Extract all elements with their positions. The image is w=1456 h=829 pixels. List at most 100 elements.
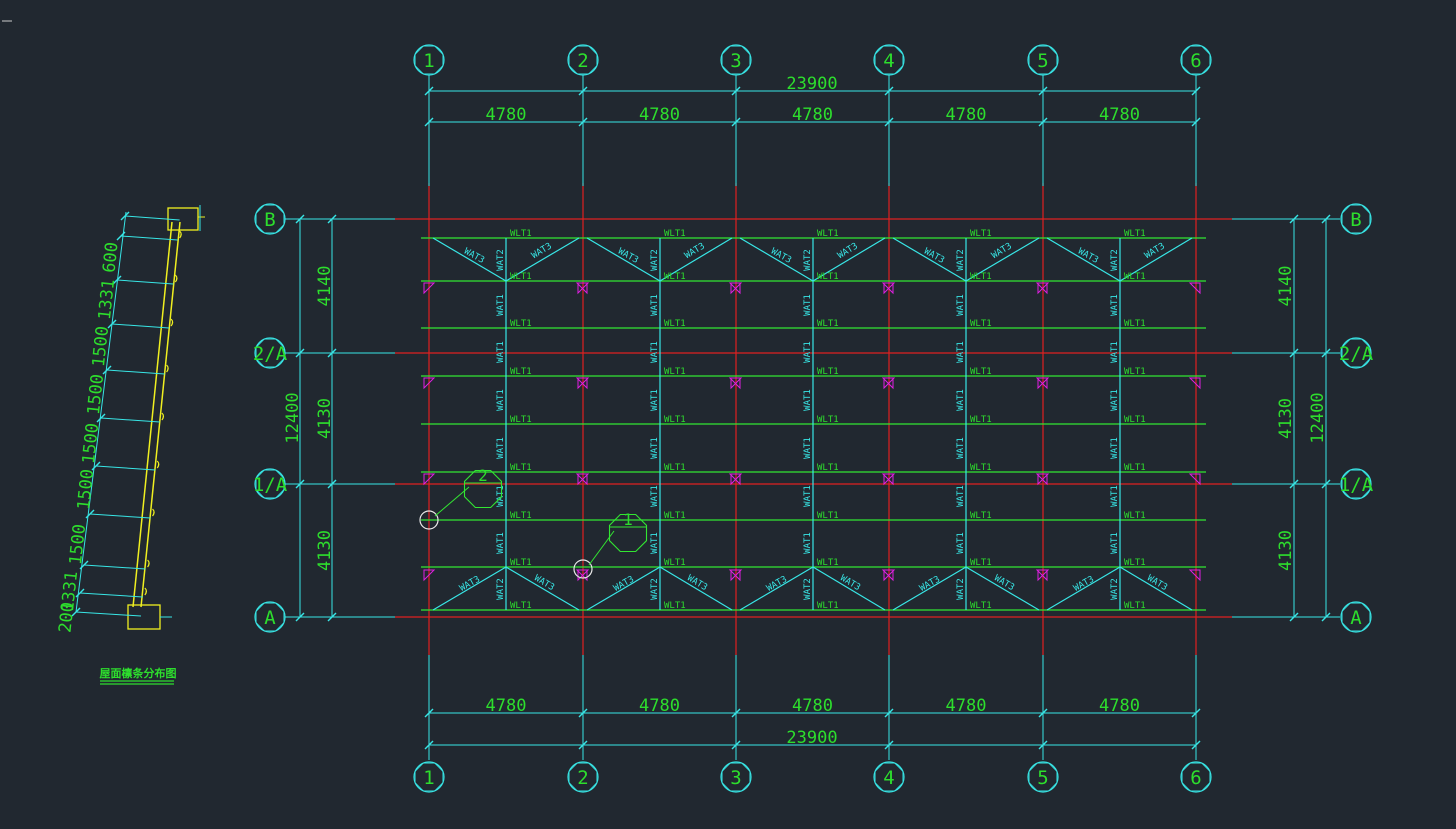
section-dimension: 1500 (89, 325, 113, 368)
purlin-label: WLT1 (510, 319, 532, 329)
dimension-bay-bottom: 4780 (486, 696, 527, 716)
roof-purlin-plan: WLT1 WLT1 WLT1 WLT1 WLT1 WLT1 WLT1 WLT1 WLT1 WAT2… (253, 44, 1374, 793)
row-axis-left: 1/A (253, 468, 288, 500)
column-axis-bottom: 4 (873, 761, 905, 793)
detail-leader-line (434, 486, 470, 517)
tie-rod-label: WAT1 (803, 485, 813, 507)
axis-label: 4 (883, 50, 894, 72)
tie-rod-label: WAT1 (650, 389, 660, 411)
purlin-label: WLT1 (970, 319, 992, 329)
section-dimension: 1500 (79, 422, 103, 465)
roof-slope-section: 2001331150015001500150015001331600屋面檩条分布… (55, 205, 205, 685)
tie-rod-label: WAT1 (956, 389, 966, 411)
axis-label: B (264, 209, 275, 231)
axis-label: 2/A (253, 343, 288, 365)
tie-rod-label: WAT1 (956, 485, 966, 507)
column-axis-bottom: 3 (720, 761, 752, 793)
axis-label: 1 (423, 767, 434, 789)
purlin-label: WLT1 (510, 272, 532, 282)
cad-drawing-canvas[interactable]: WLT1 WLT1 WLT1 WLT1 WLT1 WLT1 WLT1 WLT1 WLT1 WAT2… (0, 0, 1456, 829)
purlin-label: WLT1 (817, 463, 839, 473)
diagonal-label: WAT3 (462, 247, 486, 266)
dimension-bay-top: 4780 (946, 105, 987, 125)
axis-label: 6 (1190, 50, 1201, 72)
purlin-label: WLT1 (1124, 558, 1146, 568)
column-axis-top: 6 (1180, 44, 1212, 76)
section-dimension: 1331 (95, 278, 119, 321)
diagonal-label: WAT3 (836, 241, 860, 261)
tie-rod-label: WAT1 (1110, 532, 1120, 554)
purlin-label: WLT1 (664, 367, 686, 377)
tie-rod-label: WAT1 (1110, 294, 1120, 316)
row-axis-left: 2/A (253, 337, 288, 369)
axis-label: B (1350, 209, 1361, 231)
tie-rod-label: WAT1 (956, 341, 966, 363)
column-axis-top: 5 (1027, 44, 1059, 76)
dimension-row-right: 4140 (1276, 266, 1296, 307)
axis-label: 2 (577, 50, 588, 72)
diagonal-label: WAT3 (838, 573, 862, 593)
purlin-label: WLT1 (664, 463, 686, 473)
purlin-label: WLT1 (817, 272, 839, 282)
purlin-label: WLT1 (970, 558, 992, 568)
purlin-section-mark (174, 274, 178, 283)
axis-label: 1 (423, 50, 434, 72)
purlin-label: WLT1 (970, 601, 992, 611)
tie-rod-label: WAT1 (496, 389, 506, 411)
dimension-bay-top: 4780 (639, 105, 680, 125)
diagonal-label: WAT3 (1072, 575, 1096, 594)
purlin-leader (100, 417, 160, 423)
diagonal-label: WAT3 (769, 247, 793, 266)
rafter-edge (132, 221, 173, 608)
detail-callout-number: 2 (478, 466, 488, 485)
section-title: 屋面檩条分布图 (100, 666, 177, 680)
purlin-label: WLT1 (970, 367, 992, 377)
axis-label: 5 (1037, 767, 1048, 789)
strut-label: WAT2 (956, 578, 966, 600)
rafter-base-plate (127, 604, 161, 630)
diagonal-label: WAT3 (458, 575, 482, 594)
purlin-leader (75, 611, 142, 617)
strut-label: WAT2 (1110, 249, 1120, 271)
purlin-section-mark (156, 460, 160, 469)
purlin-label: WLT1 (1124, 415, 1146, 425)
axis-label: A (264, 607, 276, 629)
purlin-label: WLT1 (1124, 511, 1146, 521)
purlin-label: WLT1 (970, 463, 992, 473)
row-axis-right: A (1340, 601, 1372, 633)
diagonal-label: WAT3 (1076, 247, 1100, 266)
tie-rod-label: WAT1 (496, 341, 506, 363)
column-axis-bottom: 1 (413, 761, 445, 793)
tie-rod-label: WAT1 (1110, 341, 1120, 363)
column-axis-top: 4 (873, 44, 905, 76)
dimension-bay-bottom: 4780 (639, 696, 680, 716)
purlin-label: WLT1 (817, 367, 839, 377)
strut-label: WAT2 (803, 249, 813, 271)
strut-label: WAT2 (650, 249, 660, 271)
tie-rod-label: WAT1 (956, 437, 966, 459)
column-axis-top: 1 (413, 44, 445, 76)
tie-rod-label: WAT1 (803, 294, 813, 316)
tie-rod-label: WAT1 (956, 532, 966, 554)
purlin-label: WLT1 (510, 229, 532, 239)
purlin-label: WLT1 (664, 558, 686, 568)
purlin-section-mark (147, 559, 150, 568)
strut-label: WAT2 (496, 249, 506, 271)
tie-rod-label: WAT1 (956, 294, 966, 316)
tie-rod-label: WAT1 (496, 437, 506, 459)
tie-rod-label: WAT1 (650, 485, 660, 507)
purlin-label: WLT1 (817, 415, 839, 425)
section-dimension: 1500 (66, 523, 90, 566)
axis-label: 3 (730, 767, 741, 789)
strut-label: WAT2 (803, 578, 813, 600)
purlin-label: WLT1 (1124, 463, 1146, 473)
tie-rod-label: WAT1 (803, 389, 813, 411)
purlin-section-mark (170, 318, 174, 327)
axis-label: 1/A (253, 474, 288, 496)
row-axis-right: 2/A (1339, 337, 1374, 369)
purlin-leader (120, 235, 178, 241)
diagonal-label: WAT3 (683, 241, 707, 261)
column-axis-top: 3 (720, 44, 752, 76)
purlin-label: WLT1 (664, 415, 686, 425)
diagonal-label: WAT3 (918, 575, 942, 594)
